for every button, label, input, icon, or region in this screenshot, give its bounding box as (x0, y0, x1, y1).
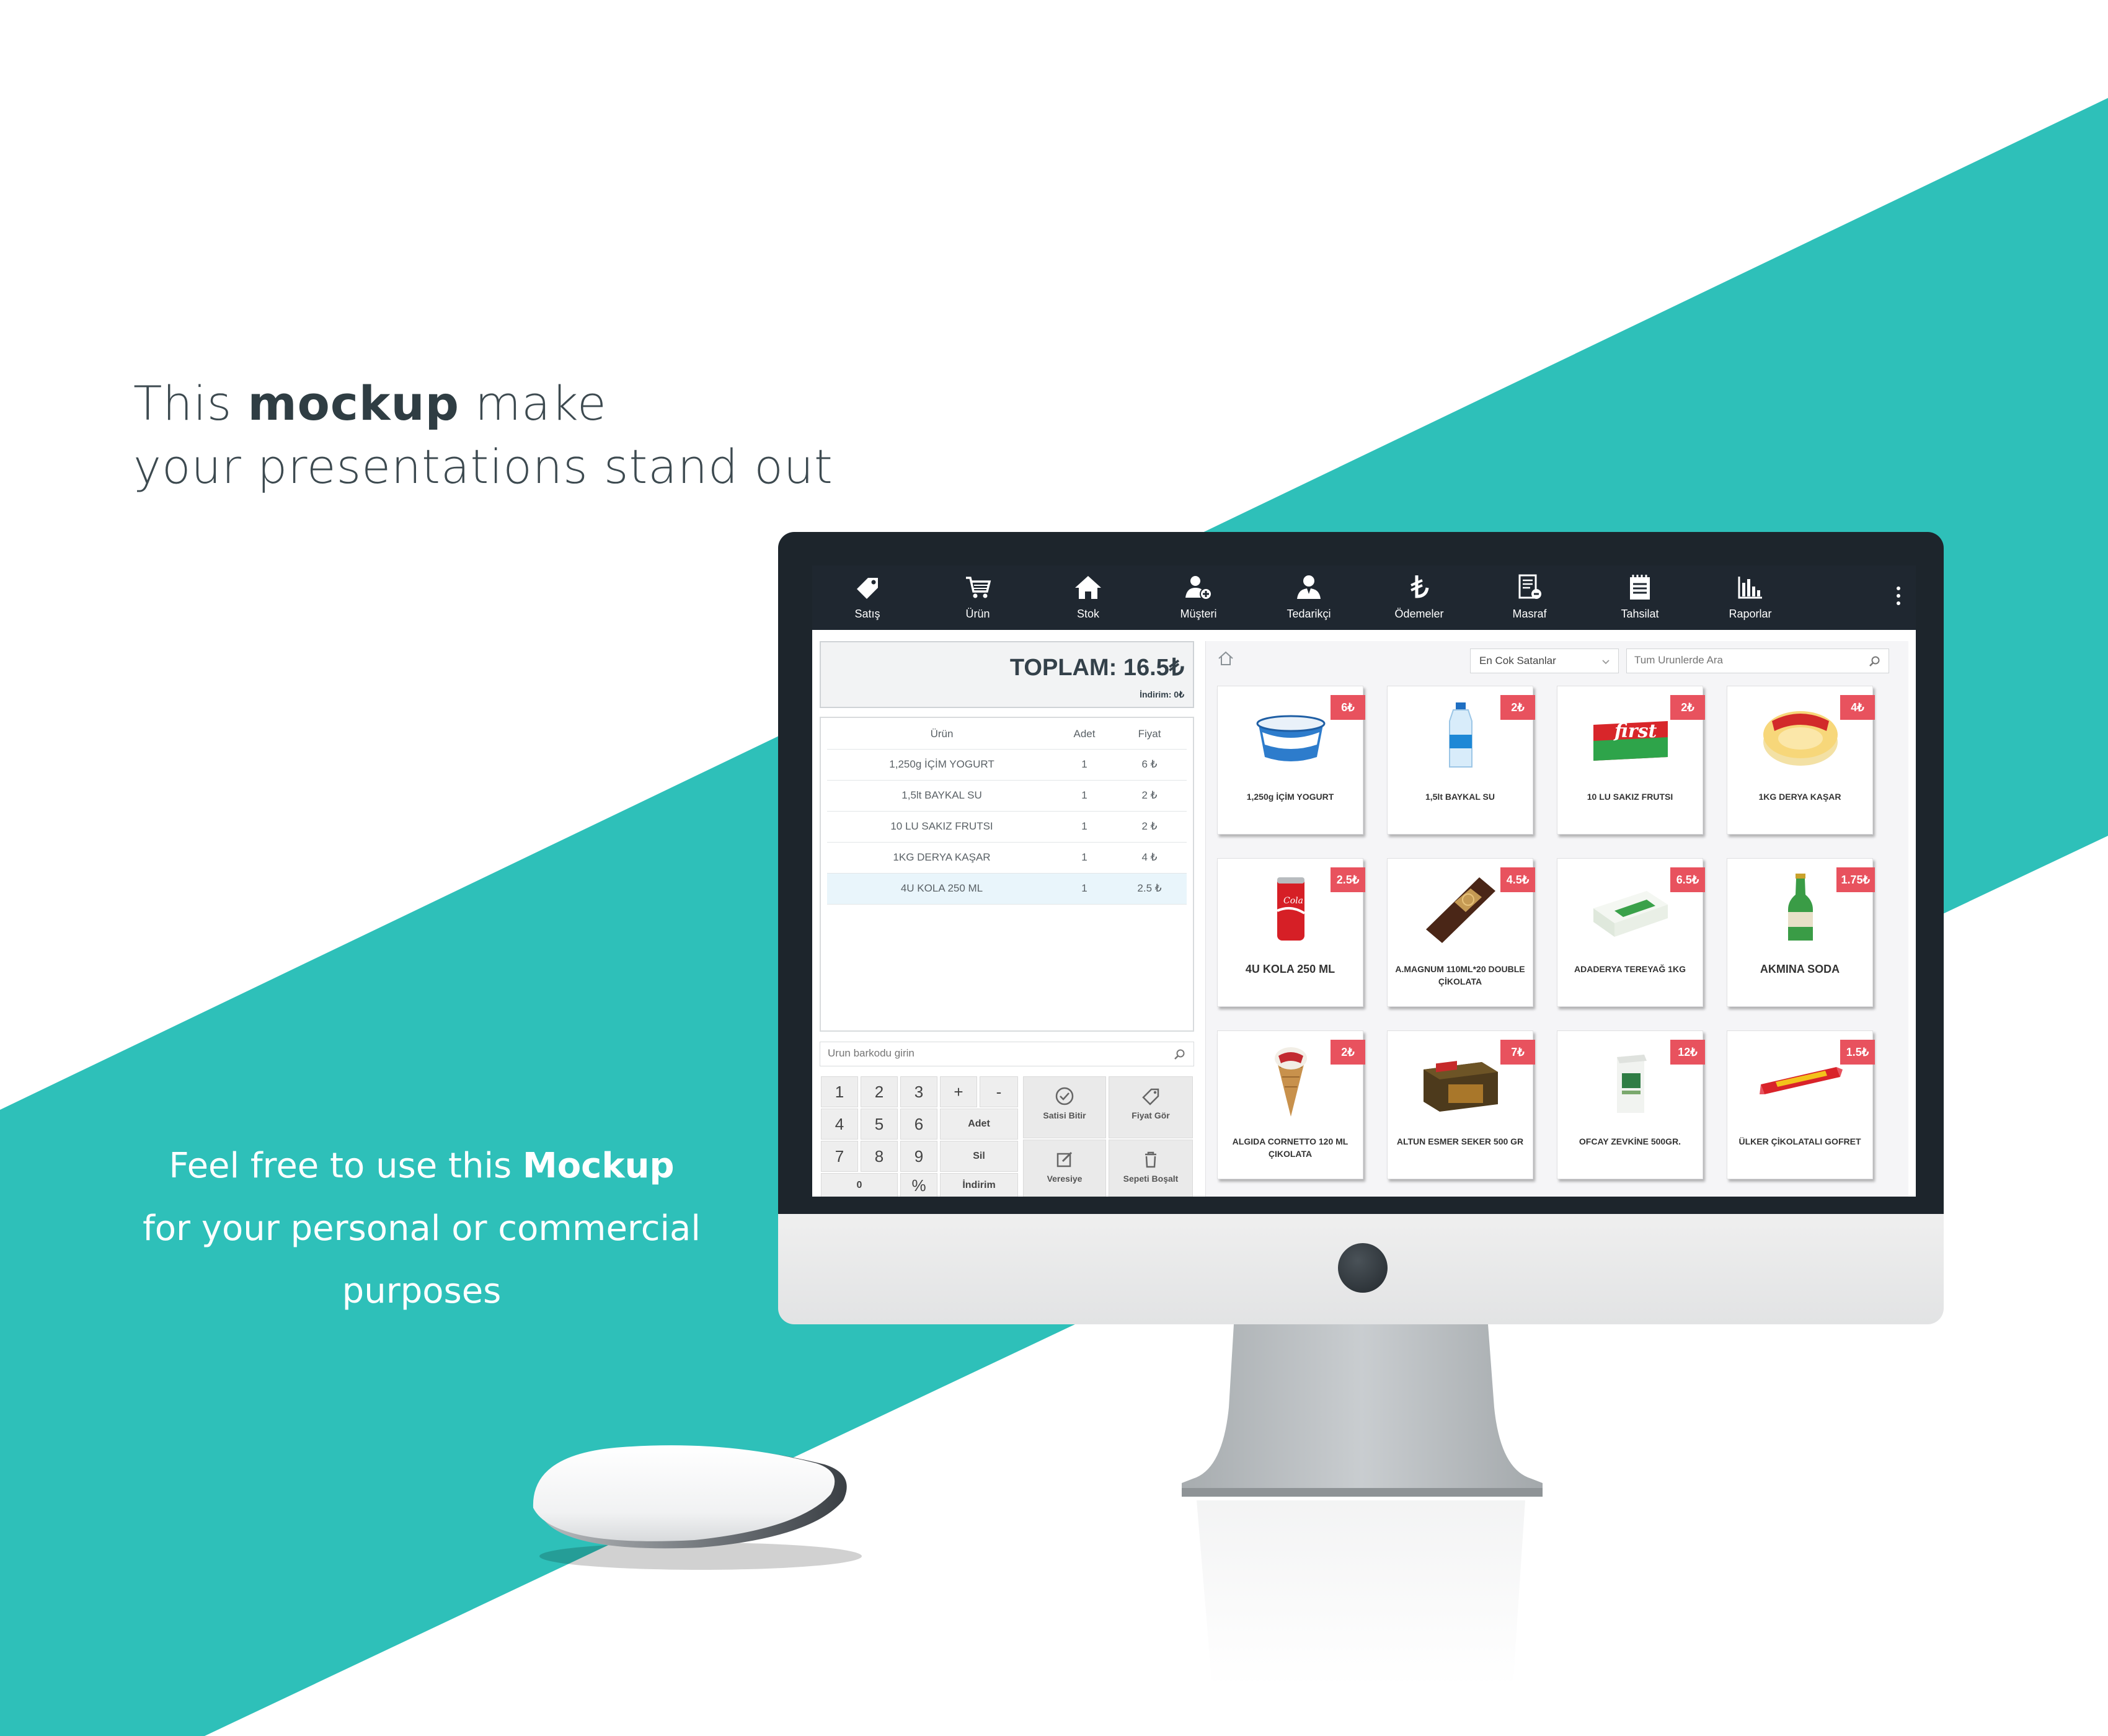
magic-mouse (533, 1445, 862, 1570)
presentation-stage: This mockup make your presentations stan… (0, 0, 2108, 1736)
